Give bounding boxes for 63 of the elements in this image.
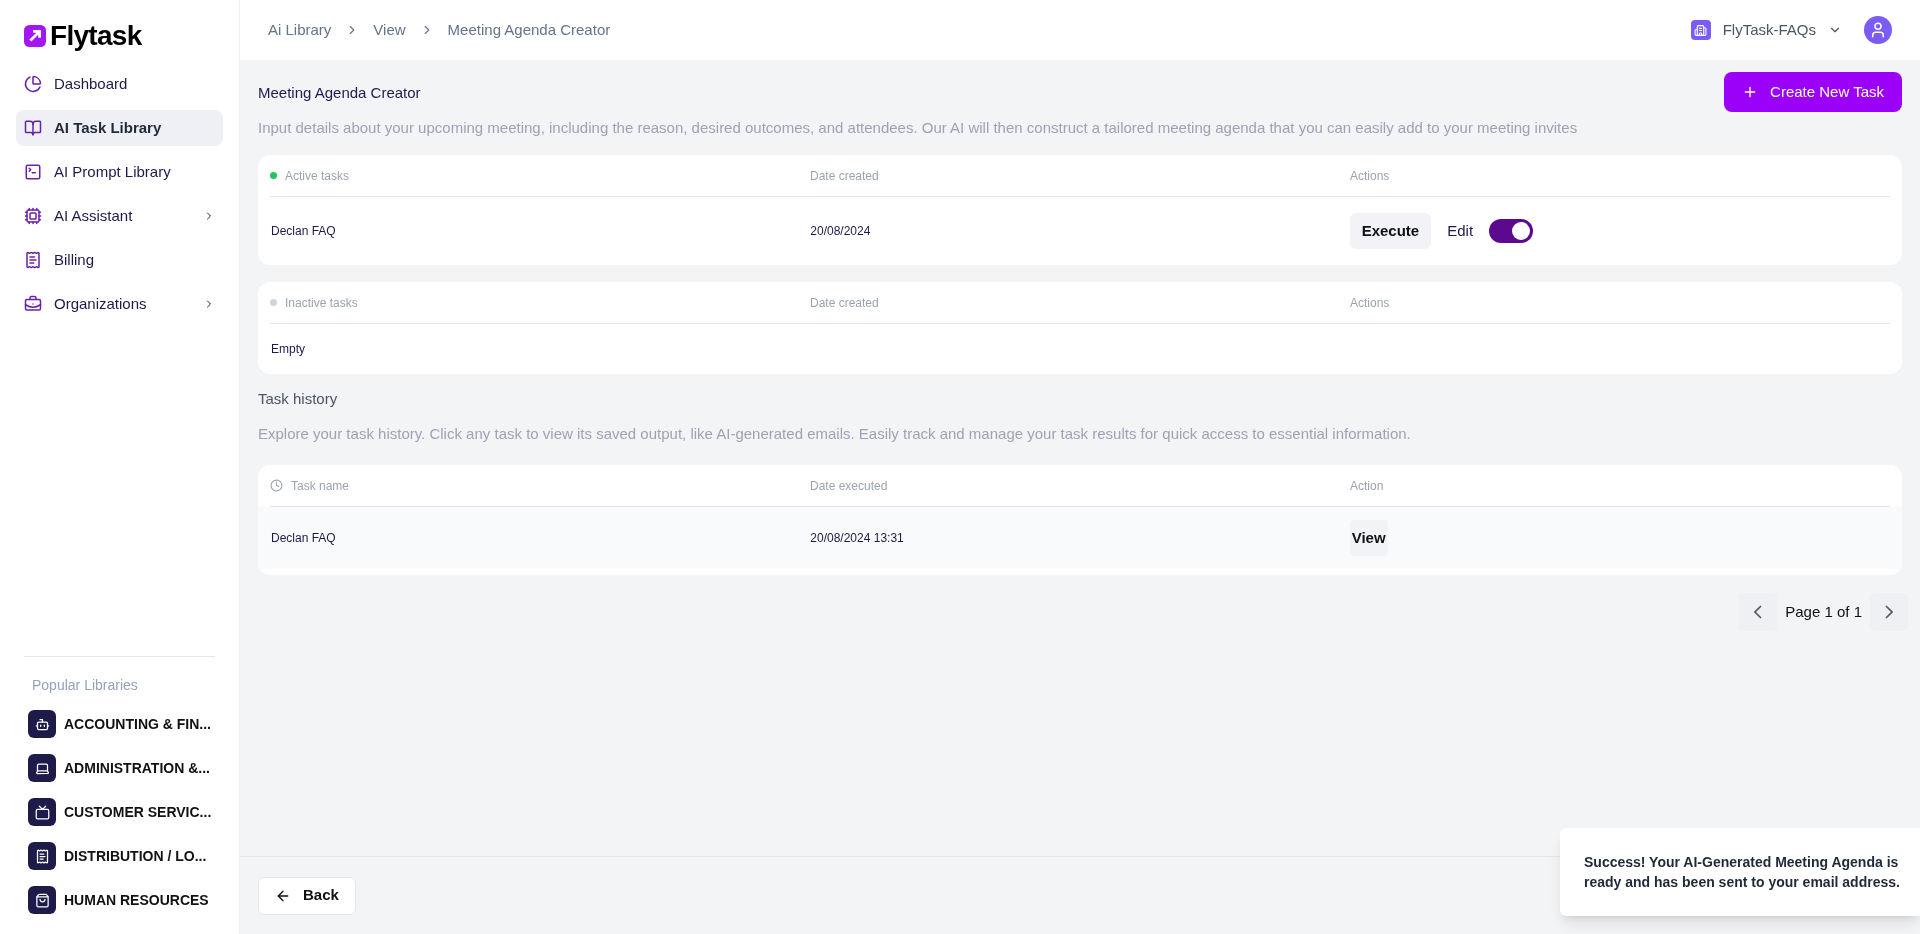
breadcrumb-link[interactable]: Ai Library <box>268 18 332 42</box>
task-name: Declan FAQ <box>271 223 336 240</box>
robot-icon <box>28 710 56 738</box>
section-title: Popular Libraries <box>32 676 139 695</box>
column-header: Actions <box>1350 294 1390 312</box>
next-page-button[interactable] <box>1870 593 1908 631</box>
column-header: Date executed <box>810 477 888 495</box>
execute-button[interactable]: Execute <box>1349 213 1432 249</box>
page-description: Input details about your upcoming meeting, including the reason, desired outcomes, and attendees. Our AI will then construct a tailored meeting agenda that you can easily add to your meeting invites <box>258 117 1579 138</box>
empty-text: Empty <box>271 341 305 358</box>
task-name: Declan FAQ <box>271 530 336 547</box>
nav-item[interactable]: AI Task Library <box>16 110 223 146</box>
section-title: Task history <box>258 389 339 409</box>
building-icon <box>1690 20 1711 40</box>
page-title: Meeting Agenda Creator <box>258 83 422 103</box>
nav-item[interactable]: AI Prompt Library <box>16 154 223 190</box>
column-header: Action <box>1350 477 1384 495</box>
breadcrumb-link[interactable]: Meeting Agenda Creator <box>447 18 611 42</box>
receipt-icon <box>28 842 56 870</box>
date-cell-text: 20/08/2024 <box>810 223 871 240</box>
back-button[interactable]: Back <box>258 876 356 915</box>
nav-item[interactable]: Billing <box>16 242 223 278</box>
chip-icon <box>24 207 42 225</box>
edit-toggle[interactable] <box>1489 219 1534 243</box>
date-cell-text: 20/08/2024 13:31 <box>810 530 904 547</box>
book-icon <box>24 119 42 137</box>
edit-label: Edit <box>1447 220 1474 241</box>
column-header: Actions <box>1350 167 1390 185</box>
bag-icon <box>28 886 56 914</box>
library-item[interactable]: ACCOUNTING & FIN... <box>28 706 223 742</box>
screen-icon <box>28 798 56 826</box>
breadcrumb-link[interactable]: View <box>373 18 406 42</box>
page-indicator: Page 1 of 1 <box>1785 601 1862 622</box>
nav-item[interactable]: Dashboard <box>16 66 223 102</box>
library-item[interactable]: HUMAN RESOURCES <box>28 882 223 918</box>
laptop-icon <box>28 754 56 782</box>
chevron-left-icon <box>1754 605 1763 619</box>
history-row[interactable]: Declan FAQ 20/08/2024 13:31 View <box>258 507 1902 569</box>
logo-text: Flytask <box>50 22 142 50</box>
chevron-right-icon <box>1885 605 1893 619</box>
briefcase-icon <box>24 295 42 313</box>
column-header: Date created <box>810 167 879 185</box>
column-header: Active tasks <box>285 167 350 185</box>
previous-page-button[interactable] <box>1739 593 1778 631</box>
clock-icon <box>270 479 283 492</box>
toast-message: Success! Your AI-Generated Meeting Agenda is ready and has been sent to your email address. <box>1584 853 1901 892</box>
nav-item[interactable]: Organizations <box>16 286 223 322</box>
workspace-selector[interactable]: FlyTask-FAQs <box>1690 18 1842 42</box>
create-task-button[interactable]: Create New Task <box>1724 72 1902 112</box>
column-header: Date created <box>810 294 879 312</box>
nav-item[interactable]: AI Assistant <box>16 198 223 234</box>
avatar-icon[interactable] <box>1864 16 1892 44</box>
library-item[interactable]: DISTRIBUTION / LO... <box>28 838 223 874</box>
column-header: Task name <box>291 477 350 495</box>
view-button[interactable]: View <box>1349 520 1388 556</box>
terminal-icon <box>24 163 42 181</box>
logo-icon <box>24 25 46 47</box>
library-item[interactable]: ADMINISTRATION &... <box>28 750 223 786</box>
receipt-icon <box>24 251 42 269</box>
column-header: Inactive tasks <box>285 294 358 312</box>
pie-chart-icon <box>24 75 42 93</box>
library-item[interactable]: CUSTOMER SERVIC... <box>28 794 223 830</box>
section-description: Explore your task history. Click any task to view its saved output, like AI-generated emails. Easily track and manage your task results for quick access to essential information. <box>258 423 1412 444</box>
